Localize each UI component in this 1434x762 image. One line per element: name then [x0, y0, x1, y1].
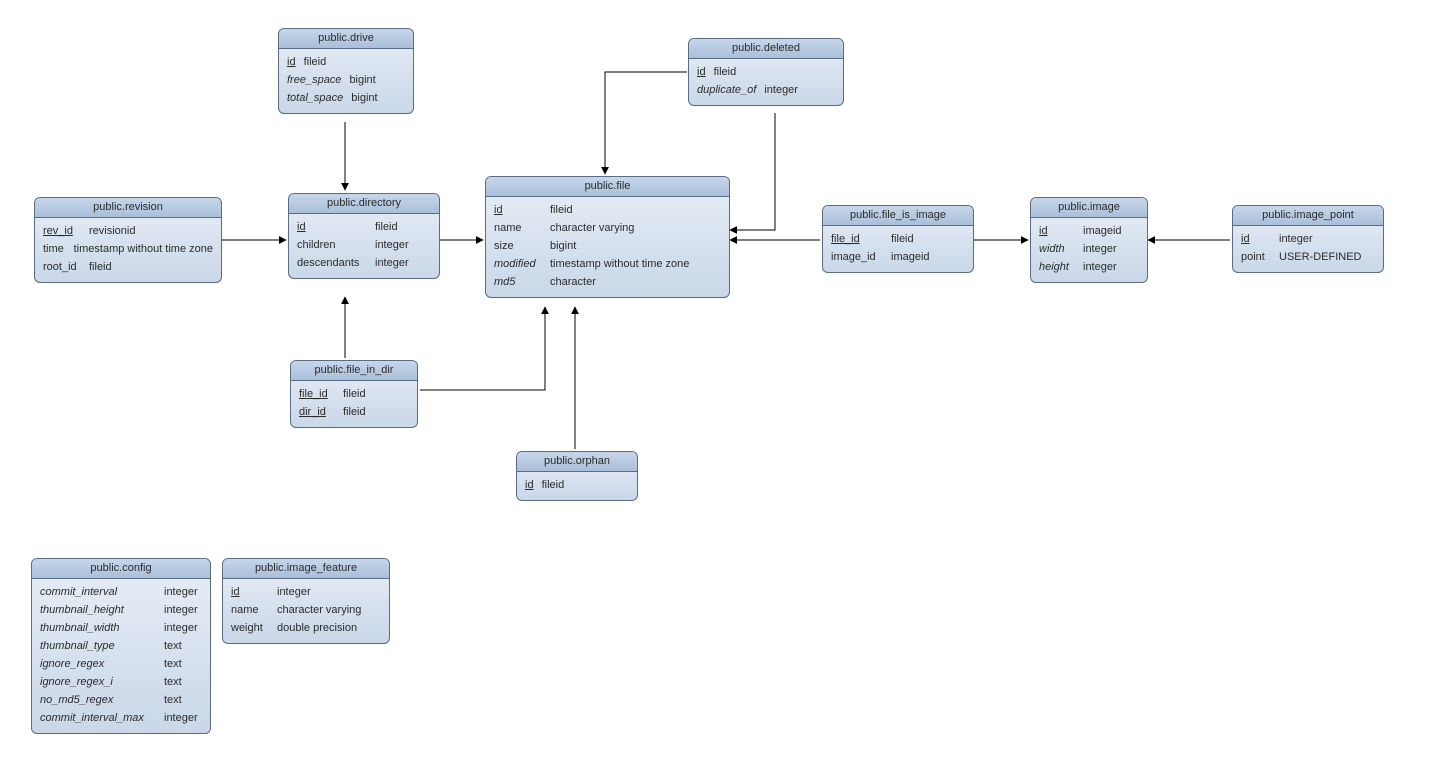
table-row: childreninteger — [297, 236, 431, 254]
table-public-file-in-dir[interactable]: public.file_in_dir file_idfileid dir_idf… — [290, 360, 418, 428]
table-title: public.file_is_image — [823, 206, 973, 226]
table-row: idinteger — [1241, 230, 1375, 248]
table-row: weightdouble precision — [231, 619, 381, 637]
table-public-directory[interactable]: public.directory idfileid childrenintege… — [288, 193, 440, 279]
table-row: pointUSER-DEFINED — [1241, 248, 1375, 266]
table-body: idimageid widthinteger heightinteger — [1031, 218, 1147, 282]
table-row: idinteger — [231, 583, 381, 601]
table-row: widthinteger — [1039, 240, 1139, 258]
table-body: file_idfileid image_idimageid — [823, 226, 973, 272]
table-public-image-feature[interactable]: public.image_feature idinteger namechara… — [222, 558, 390, 644]
table-public-orphan[interactable]: public.orphan idfileid — [516, 451, 638, 501]
table-public-image[interactable]: public.image idimageid widthinteger heig… — [1030, 197, 1148, 283]
table-row: root_idfileid — [43, 258, 213, 276]
table-row: idimageid — [1039, 222, 1139, 240]
table-row: file_idfileid — [831, 230, 965, 248]
table-row: dir_idfileid — [299, 403, 409, 421]
erd-edges — [0, 0, 1434, 762]
table-body: rev_idrevisionid timetimestamp without t… — [35, 218, 221, 282]
table-public-revision[interactable]: public.revision rev_idrevisionid timetim… — [34, 197, 222, 283]
table-public-file[interactable]: public.file idfileid namecharacter varyi… — [485, 176, 730, 298]
table-body: file_idfileid dir_idfileid — [291, 381, 417, 427]
table-row: image_idimageid — [831, 248, 965, 266]
table-title: public.image_point — [1233, 206, 1383, 226]
table-title: public.file — [486, 177, 729, 197]
table-row: commit_intervalinteger — [40, 583, 202, 601]
table-body: idinteger namecharacter varying weightdo… — [223, 579, 389, 643]
table-title: public.directory — [289, 194, 439, 214]
table-body: idfileid childreninteger descendantsinte… — [289, 214, 439, 278]
table-row: no_md5_regextext — [40, 691, 202, 709]
table-row: namecharacter varying — [231, 601, 381, 619]
table-row: idfileid — [494, 201, 721, 219]
table-row: commit_interval_maxinteger — [40, 709, 202, 727]
table-row: thumbnail_heightinteger — [40, 601, 202, 619]
table-row: md5character — [494, 273, 721, 291]
table-row: rev_idrevisionid — [43, 222, 213, 240]
table-row: idfileid — [525, 476, 629, 494]
table-title: public.drive — [279, 29, 413, 49]
table-public-file-is-image[interactable]: public.file_is_image file_idfileid image… — [822, 205, 974, 273]
table-row: descendantsinteger — [297, 254, 431, 272]
table-public-drive[interactable]: public.drive idfileid free_spacebigint t… — [278, 28, 414, 114]
table-body: idfileid namecharacter varying sizebigin… — [486, 197, 729, 297]
table-row: file_idfileid — [299, 385, 409, 403]
table-public-deleted[interactable]: public.deleted idfileid duplicate_ofinte… — [688, 38, 844, 106]
table-row: thumbnail_widthinteger — [40, 619, 202, 637]
table-public-config[interactable]: public.config commit_intervalinteger thu… — [31, 558, 211, 734]
table-title: public.image — [1031, 198, 1147, 218]
table-body: idfileid — [517, 472, 637, 500]
table-row: ignore_regex_itext — [40, 673, 202, 691]
table-row: ignore_regextext — [40, 655, 202, 673]
table-body: idfileid duplicate_ofinteger — [689, 59, 843, 105]
table-row: idfileid — [287, 53, 405, 71]
table-row: free_spacebigint — [287, 71, 405, 89]
table-row: idfileid — [297, 218, 431, 236]
table-row: timetimestamp without time zone — [43, 240, 213, 258]
table-title: public.config — [32, 559, 210, 579]
table-title: public.file_in_dir — [291, 361, 417, 381]
table-body: idinteger pointUSER-DEFINED — [1233, 226, 1383, 272]
table-row: total_spacebigint — [287, 89, 405, 107]
table-body: commit_intervalinteger thumbnail_heighti… — [32, 579, 210, 733]
table-body: idfileid free_spacebigint total_spacebig… — [279, 49, 413, 113]
table-public-image-point[interactable]: public.image_point idinteger pointUSER-D… — [1232, 205, 1384, 273]
table-row: idfileid — [697, 63, 835, 81]
table-title: public.orphan — [517, 452, 637, 472]
table-title: public.revision — [35, 198, 221, 218]
table-row: duplicate_ofinteger — [697, 81, 835, 99]
table-title: public.deleted — [689, 39, 843, 59]
table-title: public.image_feature — [223, 559, 389, 579]
table-row: heightinteger — [1039, 258, 1139, 276]
table-row: sizebigint — [494, 237, 721, 255]
table-row: modifiedtimestamp without time zone — [494, 255, 721, 273]
table-row: namecharacter varying — [494, 219, 721, 237]
table-row: thumbnail_typetext — [40, 637, 202, 655]
